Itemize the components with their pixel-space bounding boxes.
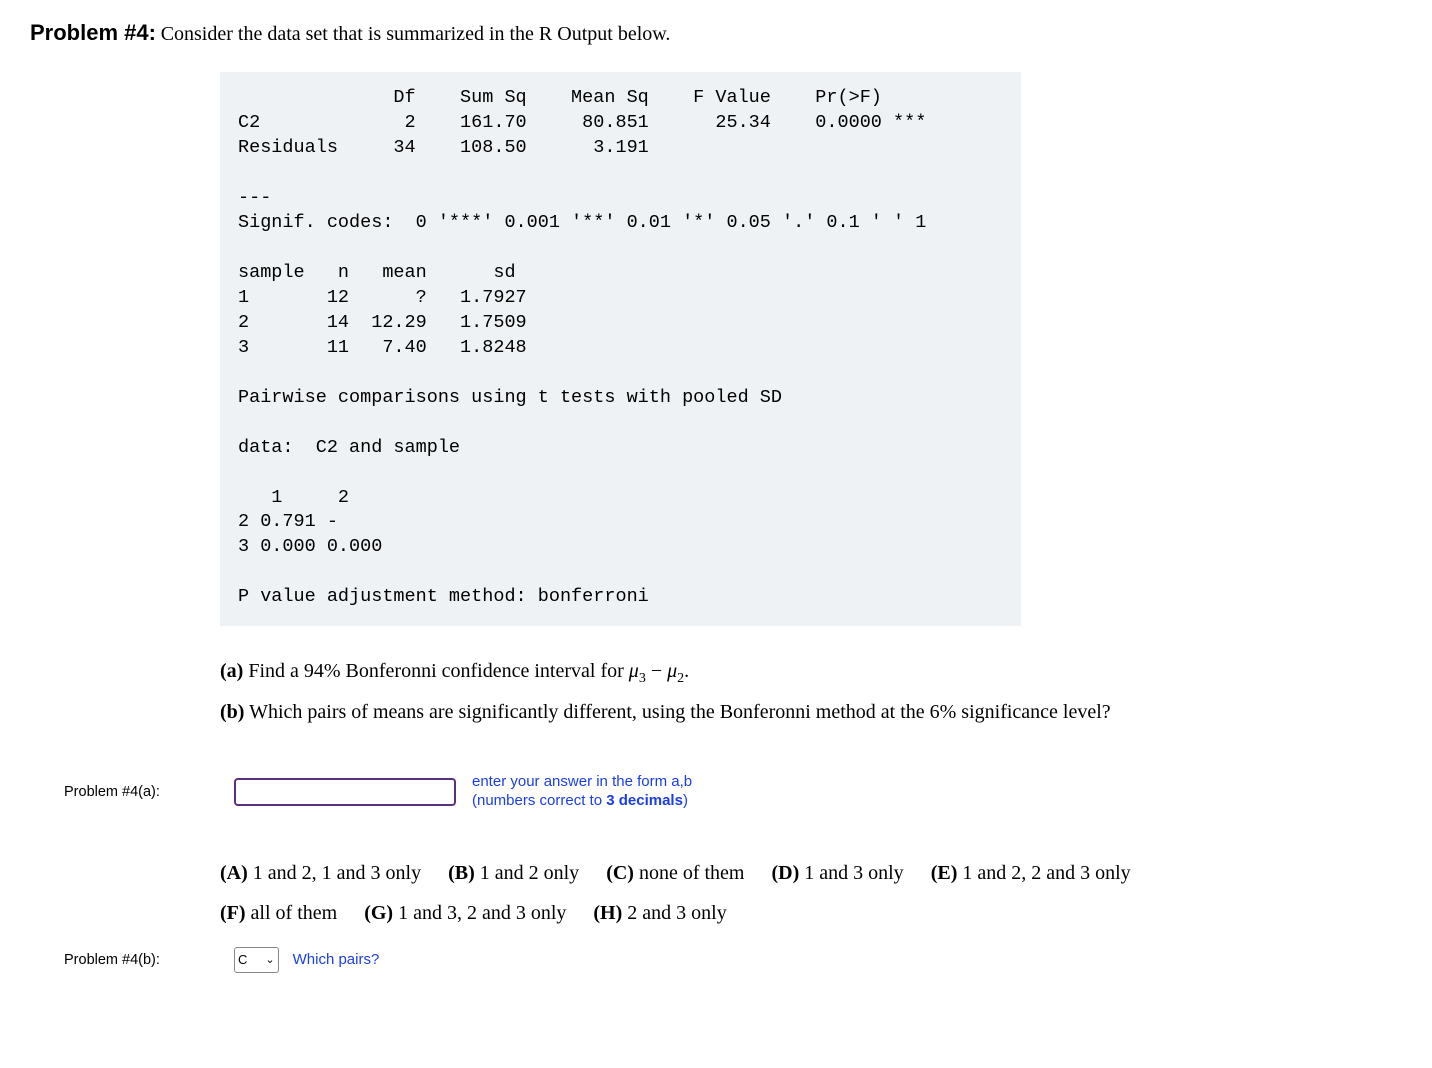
option-g: (G) 1 and 3, 2 and 3 only xyxy=(364,902,566,924)
option-c-text: none of them xyxy=(639,862,745,884)
option-h-text: 2 and 3 only xyxy=(627,902,726,924)
pw-row-3: 3 0.000 0.000 xyxy=(238,536,382,557)
sample-header: sample n mean sd xyxy=(238,262,516,283)
sample-row-3: 3 11 7.40 1.8248 xyxy=(238,337,527,358)
option-h: (H) 2 and 3 only xyxy=(593,902,726,924)
sample-row-2: 2 14 12.29 1.7509 xyxy=(238,312,527,333)
minus: − xyxy=(646,660,667,682)
question-a: (a) Find a 94% Bonferonni confidence int… xyxy=(220,654,1402,691)
answer-row-b: Problem #4(b): C ⌄ Which pairs? xyxy=(30,947,1402,973)
sample-row-1: 1 12 ? 1.7927 xyxy=(238,287,527,308)
pw-row-2: 2 0.791 - xyxy=(238,511,338,532)
question-a-text: Find a 94% Bonferonni confidence interva… xyxy=(248,660,628,682)
questions-block: (a) Find a 94% Bonferonni confidence int… xyxy=(220,654,1402,729)
pw-header: 1 2 xyxy=(238,487,349,508)
pairwise-heading: Pairwise comparisons using t tests with … xyxy=(238,387,782,408)
option-g-letter: (G) xyxy=(364,902,393,924)
answer-row-a: Problem #4(a): enter your answer in the … xyxy=(30,773,1402,811)
option-a-letter: (A) xyxy=(220,862,248,884)
option-b: (B) 1 and 2 only xyxy=(448,862,579,884)
option-c: (C) none of them xyxy=(606,862,744,884)
anova-row-c2: C2 2 161.70 80.851 25.34 0.0000 *** xyxy=(238,112,926,133)
adjust-method: P value adjustment method: bonferroni xyxy=(238,586,649,607)
option-f-text: all of them xyxy=(251,902,338,924)
option-d: (D) 1 and 3 only xyxy=(771,862,903,884)
anova-header: Df Sum Sq Mean Sq F Value Pr(>F) xyxy=(238,87,882,108)
option-d-text: 1 and 3 only xyxy=(804,862,903,884)
mu3: μ xyxy=(629,660,639,682)
option-a: (A) 1 and 2, 1 and 3 only xyxy=(220,862,421,884)
problem-prompt: Consider the data set that is summarized… xyxy=(161,23,671,45)
mc-options: (A) 1 and 2, 1 and 3 only (B) 1 and 2 on… xyxy=(220,853,1402,933)
option-f-letter: (F) xyxy=(220,902,246,924)
option-e: (E) 1 and 2, 2 and 3 only xyxy=(931,862,1131,884)
option-h-letter: (H) xyxy=(593,902,622,924)
hint-line2-bold: 3 decimals xyxy=(606,792,683,809)
chevron-down-icon: ⌄ xyxy=(265,953,274,966)
option-c-letter: (C) xyxy=(606,862,634,884)
data-line: data: C2 and sample xyxy=(238,437,460,458)
answer-a-hint: enter your answer in the form a,b (numbe… xyxy=(472,773,692,811)
question-b-text: Which pairs of means are significantly d… xyxy=(249,701,1111,723)
question-a-period: . xyxy=(684,660,689,682)
option-d-letter: (D) xyxy=(771,862,799,884)
r-output-block: Df Sum Sq Mean Sq F Value Pr(>F) C2 2 16… xyxy=(220,72,1021,626)
option-e-letter: (E) xyxy=(931,862,958,884)
mu3-sub: 3 xyxy=(639,671,646,686)
which-pairs-label: Which pairs? xyxy=(293,951,380,968)
hint-line1: enter your answer in the form a,b xyxy=(472,773,692,790)
anova-row-residuals: Residuals 34 108.50 3.191 xyxy=(238,137,649,158)
option-b-text: 1 and 2 only xyxy=(480,862,579,884)
hint-line2-post: ) xyxy=(683,792,688,809)
separator: --- xyxy=(238,187,271,208)
question-a-label: (a) xyxy=(220,660,243,682)
option-a-text: 1 and 2, 1 and 3 only xyxy=(253,862,421,884)
answer-b-select[interactable]: C ⌄ xyxy=(234,947,279,973)
mu2: μ xyxy=(667,660,677,682)
hint-line2-pre: (numbers correct to xyxy=(472,792,606,809)
question-b-label: (b) xyxy=(220,701,244,723)
problem-label: Problem #4: xyxy=(30,20,156,45)
option-f: (F) all of them xyxy=(220,902,337,924)
answer-a-label: Problem #4(a): xyxy=(30,784,234,800)
select-value: C xyxy=(238,952,247,967)
answer-b-label: Problem #4(b): xyxy=(30,952,234,968)
question-b: (b) Which pairs of means are significant… xyxy=(220,695,1402,729)
signif-codes: Signif. codes: 0 '***' 0.001 '**' 0.01 '… xyxy=(238,212,926,233)
option-e-text: 1 and 2, 2 and 3 only xyxy=(962,862,1130,884)
answer-a-input[interactable] xyxy=(234,778,456,806)
option-b-letter: (B) xyxy=(448,862,475,884)
problem-header: Problem #4: Consider the data set that i… xyxy=(30,20,1402,46)
option-g-text: 1 and 3, 2 and 3 only xyxy=(398,902,566,924)
